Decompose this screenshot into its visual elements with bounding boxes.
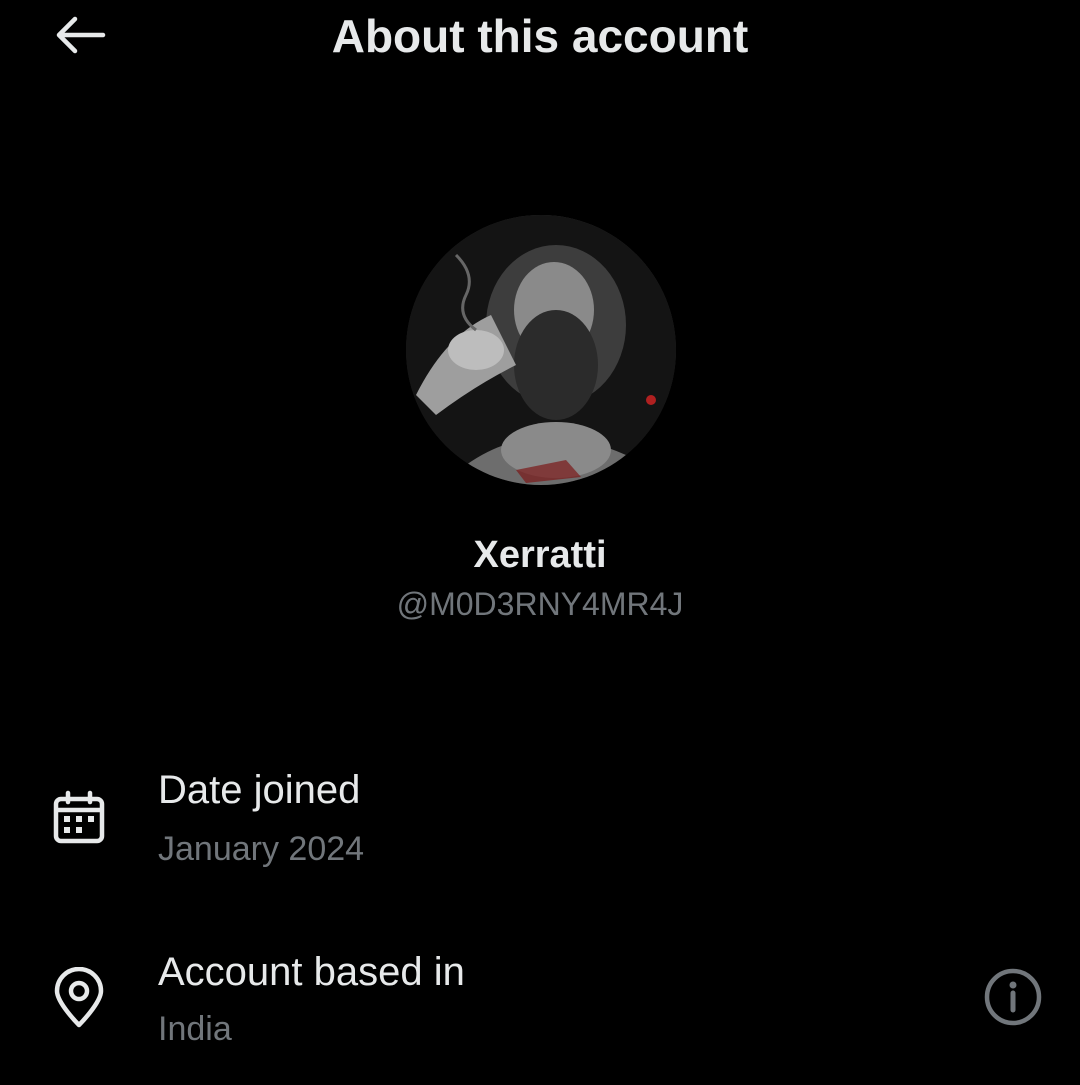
date-joined-label: Date joined: [158, 768, 361, 812]
account-based-in-row: Account based in India: [0, 942, 1080, 1062]
avatar-image: [406, 215, 676, 485]
info-button[interactable]: [980, 966, 1046, 1032]
account-based-in-value: India: [158, 1010, 232, 1048]
top-app-bar: About this account: [0, 0, 1080, 80]
display-name: Xerratti: [473, 534, 607, 576]
avatar[interactable]: [406, 215, 676, 485]
location-pin-icon: [48, 967, 110, 1029]
username-handle: @M0D3RNY4MR4J: [396, 586, 684, 622]
calendar-icon: [48, 787, 110, 849]
account-based-in-label: Account based in: [158, 950, 465, 994]
date-joined-value: January 2024: [158, 830, 365, 868]
date-joined-row: Date joined January 2024: [0, 760, 1080, 880]
page-title: About this account: [331, 10, 749, 62]
info-icon: [983, 967, 1043, 1032]
